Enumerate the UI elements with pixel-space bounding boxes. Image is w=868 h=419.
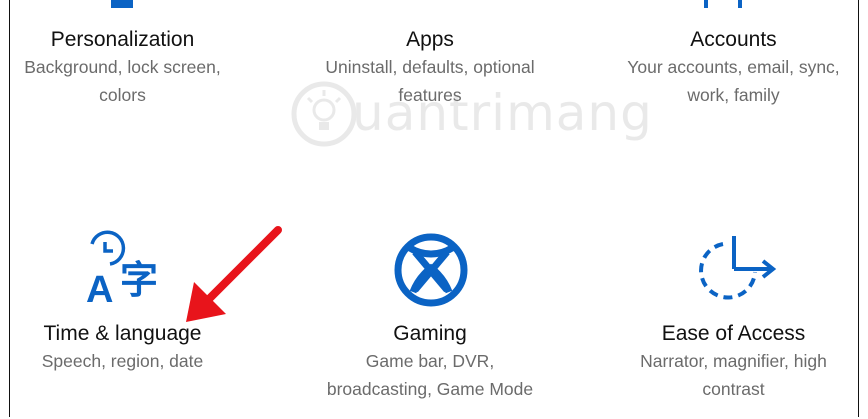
tile-title: Gaming — [393, 322, 467, 345]
accounts-icon-stub-right — [738, 0, 742, 8]
tile-description: Uninstall, defaults, optional features — [325, 57, 535, 105]
settings-window: Personalization Background, lock screen,… — [9, 0, 859, 417]
tile-title: Ease of Access — [661, 322, 806, 345]
annotation-arrow-icon — [186, 226, 282, 322]
tile-gaming[interactable]: Gaming Game bar, DVR, broadcasting, Game… — [300, 321, 560, 403]
svg-text:字: 字 — [120, 258, 158, 302]
tile-description: Game bar, DVR, broadcasting, Game Mode — [326, 351, 534, 399]
time-language-icon: A 字 — [86, 230, 158, 306]
tile-personalization[interactable]: Personalization Background, lock screen,… — [10, 27, 235, 109]
ease-of-access-icon — [699, 236, 777, 300]
tile-description: Speech, region, date — [41, 351, 204, 371]
tile-description: Background, lock screen, colors — [24, 57, 221, 105]
tile-title: Accounts — [690, 28, 777, 51]
xbox-icon — [394, 233, 468, 307]
personalization-icon-stub — [111, 0, 133, 8]
tile-accounts[interactable]: Accounts Your accounts, email, sync, wor… — [606, 27, 861, 109]
accounts-icon-stub-left — [704, 0, 708, 8]
tile-ease-of-access[interactable]: Ease of Access Narrator, magnifier, high… — [606, 321, 861, 403]
svg-text:A: A — [86, 269, 113, 306]
tile-title: Personalization — [50, 28, 195, 51]
tile-apps[interactable]: Apps Uninstall, defaults, optional featu… — [300, 27, 560, 109]
tile-description: Narrator, magnifier, high contrast — [640, 351, 827, 399]
tile-description: Your accounts, email, sync, work, family — [627, 57, 840, 105]
tile-title: Apps — [406, 28, 454, 51]
